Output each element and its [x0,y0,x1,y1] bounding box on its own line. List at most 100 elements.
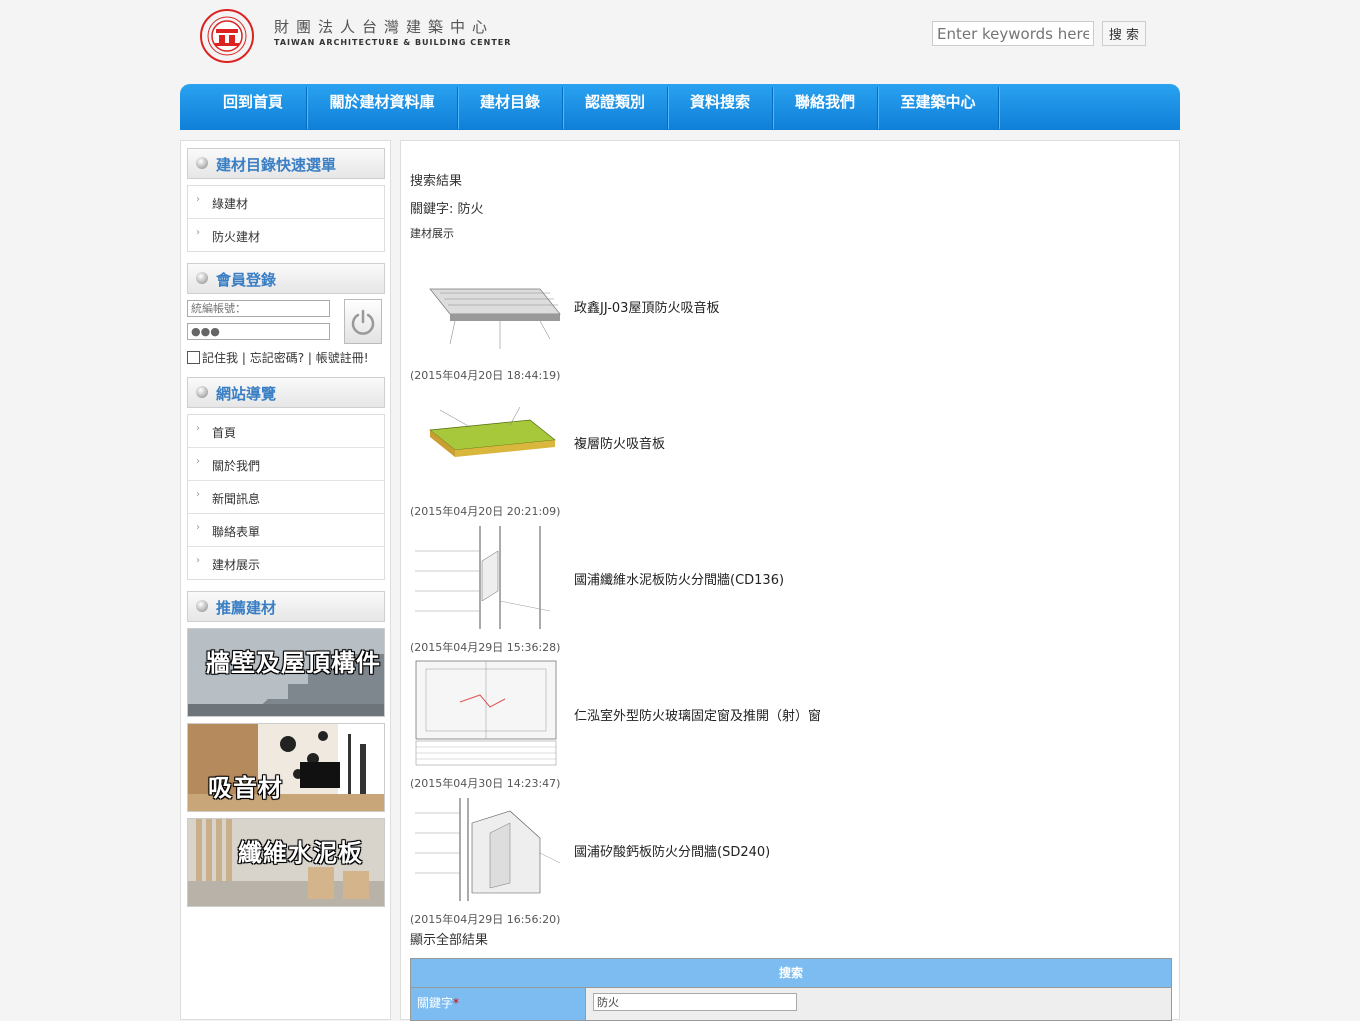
nav-catalog[interactable]: 建材目錄 [458,84,562,130]
search-form-header: 搜索 [411,959,1171,988]
result-date: (2015年04月30日 14:23:47) [410,777,561,790]
result-thumbnail[interactable] [410,657,568,767]
result-item: 仁泓室外型防火玻璃固定窗及推開（射）窗 (2015年04月30日 14:23:4… [410,657,1110,793]
result-date: (2015年04月29日 15:36:28) [410,641,561,654]
result-date: (2015年04月20日 18:44:19) [410,369,561,382]
result-item: 政鑫JJ-03屋頂防火吸音板 (2015年04月20日 18:44:19) [410,249,1110,385]
forgot-password-link[interactable]: 忘記密碼? [250,351,304,365]
result-item: 國浦纖維水泥板防火分間牆(CD136) (2015年04月29日 15:36:2… [410,521,1110,657]
sidebar-item-news[interactable]: › 新聞訊息 [188,481,384,514]
sidebar-item-about[interactable]: › 關於我們 [188,448,384,481]
result-title[interactable]: 政鑫JJ-03屋頂防火吸音板 [574,297,719,316]
result-thumbnail[interactable] [410,793,568,903]
register-link[interactable]: 帳號註冊! [316,351,369,365]
separator: | [307,351,312,365]
section-label: 建材展示 [410,227,454,240]
sidebar-item-contact-form[interactable]: › 聯絡表單 [188,514,384,547]
sidebar-item-material-showcase[interactable]: › 建材展示 [188,547,384,579]
banner-label: 牆壁及屋頂構件 [206,649,381,677]
sidebar-item-label: 防火建材 [212,230,261,244]
sidebar-item-label: 建材展示 [212,558,261,572]
password-field[interactable] [187,323,330,340]
separator: | [241,351,246,365]
banner-fiber-cement[interactable]: 纖維水泥板 [187,818,385,907]
result-item: 國浦矽酸鈣板防火分間牆(SD240) (2015年04月29日 16:56:20… [410,793,1110,929]
nav-divider [998,87,999,129]
result-title[interactable]: 國浦矽酸鈣板防火分間牆(SD240) [574,841,770,860]
keyword-label: 關鍵字* [411,988,586,1020]
org-name-cn: 財團法人台灣建築中心 [274,18,495,36]
result-title[interactable]: 複層防火吸音板 [574,433,665,452]
nav-data-search[interactable]: 資料搜索 [668,84,772,130]
site-nav-list: › 首頁 › 關於我們 › 新聞訊息 › 聯絡表單 › 建材展示 [187,414,385,580]
result-item: 複層防火吸音板 (2015年04月20日 20:21:09) [410,385,1110,521]
page: 財團法人台灣建築中心 TAIWAN ARCHITECTURE & BUILDIN… [180,0,1180,1021]
sidebar-item-label: 聯絡表單 [212,525,261,539]
result-title[interactable]: 國浦纖維水泥板防火分間牆(CD136) [574,569,784,588]
sidebar-item-fireproof-material[interactable]: › 防火建材 [188,219,384,251]
result-thumbnail[interactable] [410,521,568,631]
keyword-field[interactable] [593,993,797,1011]
recommend-header: 推薦建材 [187,591,385,622]
required-mark: * [453,996,460,1010]
banner-sound-absorbing[interactable]: 吸音材 [187,723,385,812]
chevron-right-icon: › [196,489,200,500]
quick-menu-list: › 綠建材 › 防火建材 [187,185,385,252]
main-nav: 回到首頁 關於建材資料庫 建材目錄 認證類別 資料搜索 聯絡我們 至建築中心 [180,84,1180,130]
sidebar-item-label: 關於我們 [212,459,261,473]
org-name-en: TAIWAN ARCHITECTURE & BUILDING CENTER [274,38,512,47]
bullet-icon [196,272,208,284]
result-title[interactable]: 仁泓室外型防火玻璃固定窗及推開（射）窗 [574,705,821,724]
nav-building-center[interactable]: 至建築中心 [878,84,998,130]
search-button[interactable]: 搜 索 [1102,21,1146,46]
login-options: 記住我 | 忘記密碼? | 帳號註冊! [187,349,369,366]
nav-certification[interactable]: 認證類別 [563,84,667,130]
sidebar: 建材目錄快速選單 › 綠建材 › 防火建材 會員登錄 記住我 | [180,140,391,1020]
nav-about-db[interactable]: 關於建材資料庫 [307,84,457,130]
remember-label[interactable]: 記住我 [202,351,238,365]
logo[interactable] [196,9,258,63]
power-icon [351,309,375,335]
nav-contact[interactable]: 聯絡我們 [773,84,877,130]
bullet-icon [196,386,208,398]
site-nav-title: 網站導覽 [216,385,277,403]
sidebar-item-label: 新聞訊息 [212,492,261,506]
keyword-line: 關鍵字: 防火 [410,202,484,217]
login-button[interactable] [344,299,382,344]
bullet-icon [196,600,208,612]
banner-label: 吸音材 [208,774,283,802]
login-header: 會員登錄 [187,263,385,294]
chevron-right-icon: › [196,456,200,467]
recommend-title: 推薦建材 [216,599,277,617]
result-date: (2015年04月20日 20:21:09) [410,505,561,518]
page-title: 搜索結果 [410,174,463,189]
search-form: 搜索 關鍵字* [410,958,1172,1021]
chevron-right-icon: › [196,522,200,533]
quick-menu-header: 建材目錄快速選單 [187,148,385,179]
keyword-label-text: 關鍵字 [417,996,454,1010]
sidebar-item-label: 綠建材 [212,197,249,211]
show-all-results-link[interactable]: 顯示全部結果 [410,929,488,948]
sidebar-item-home[interactable]: › 首頁 [188,415,384,448]
result-date: (2015年04月29日 16:56:20) [410,913,561,926]
remember-checkbox[interactable] [187,351,200,364]
main-content: 搜索結果 關鍵字: 防火 建材展示 政鑫JJ-03屋頂防火吸音板 (2015年0… [400,140,1180,1021]
bullet-icon [196,157,208,169]
quick-menu-title: 建材目錄快速選單 [216,156,337,174]
nav-home[interactable]: 回到首頁 [200,84,306,130]
site-nav-header: 網站導覽 [187,377,385,408]
banner-wall-roof[interactable]: 牆壁及屋頂構件 [187,628,385,717]
chevron-right-icon: › [196,423,200,434]
account-input[interactable] [187,300,330,317]
banner-label: 纖維水泥板 [238,839,363,867]
keyword-search-input[interactable] [932,21,1094,46]
sidebar-item-label: 首頁 [212,426,237,440]
sidebar-item-green-material[interactable]: › 綠建材 [188,186,384,219]
login-title: 會員登錄 [216,271,277,289]
chevron-right-icon: › [196,194,200,205]
result-thumbnail[interactable] [410,385,568,495]
result-thumbnail[interactable] [410,249,568,359]
search-form-row: 關鍵字* [411,988,1171,1020]
chevron-right-icon: › [196,227,200,238]
chevron-right-icon: › [196,555,200,566]
